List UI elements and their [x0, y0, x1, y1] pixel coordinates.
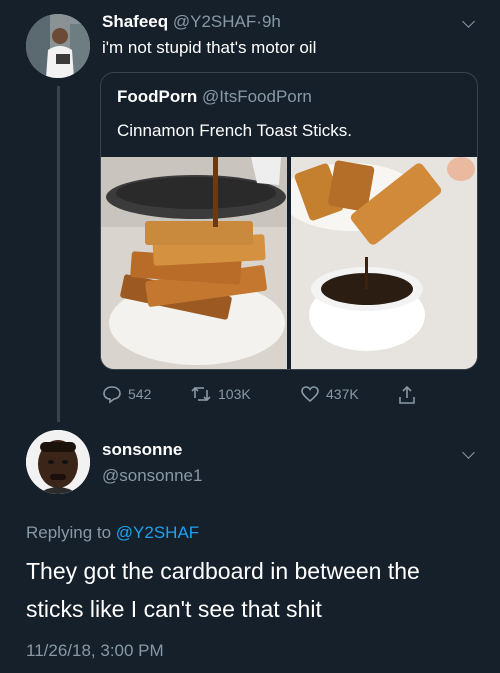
reply-handle[interactable]: @sonsonne1 [102, 466, 202, 486]
french-toast-stack-photo[interactable] [101, 157, 287, 369]
like-action[interactable]: 437K [300, 384, 359, 404]
quoted-display-name[interactable]: FoodPorn [117, 87, 197, 106]
tweet-display-name[interactable]: Shafeeq [102, 12, 168, 31]
share-icon [399, 385, 415, 404]
share-action[interactable] [397, 384, 417, 411]
comment-icon [103, 386, 121, 404]
shafeeq-avatar[interactable] [26, 14, 90, 78]
reply-count: 542 [128, 386, 152, 402]
sonsonne-avatar[interactable] [26, 430, 90, 494]
replying-to-link[interactable]: @Y2SHAF [116, 523, 199, 542]
replying-to-label: Replying to [26, 523, 112, 542]
reply-text-line-2: sticks like I can't see that shit [26, 596, 322, 622]
reply-action[interactable]: 542 [102, 384, 151, 404]
retweet-action[interactable]: 103K [190, 384, 251, 404]
retweet-icon [191, 386, 211, 402]
tweet-handle[interactable]: @Y2SHAF [173, 12, 256, 31]
quoted-tweet-card[interactable]: FoodPorn @ItsFoodPorn Cinnamon French To… [100, 72, 478, 370]
tweet-text: i'm not stupid that's motor oil [102, 38, 317, 57]
quoted-handle[interactable]: @ItsFoodPorn [202, 87, 312, 106]
reply-display-name[interactable]: sonsonne [102, 440, 182, 460]
tweet-menu-chevron-icon[interactable] [462, 15, 475, 28]
thread-line [57, 86, 60, 422]
reply-menu-chevron-icon[interactable] [462, 446, 475, 459]
quoted-text: Cinnamon French Toast Sticks. [117, 121, 352, 140]
reply-timestamp[interactable]: 11/26/18, 3:00 PM [26, 641, 164, 661]
french-toast-dip-syrup-photo[interactable] [291, 157, 477, 369]
person-avatar-icon [26, 430, 90, 494]
retweet-count: 103K [218, 386, 251, 402]
heart-icon [301, 386, 319, 403]
tweet-time[interactable]: 9h [262, 12, 281, 31]
like-count: 437K [326, 386, 359, 402]
reply-text-line-1: They got the cardboard in between the [26, 558, 420, 584]
person-avatar-icon [26, 14, 90, 78]
